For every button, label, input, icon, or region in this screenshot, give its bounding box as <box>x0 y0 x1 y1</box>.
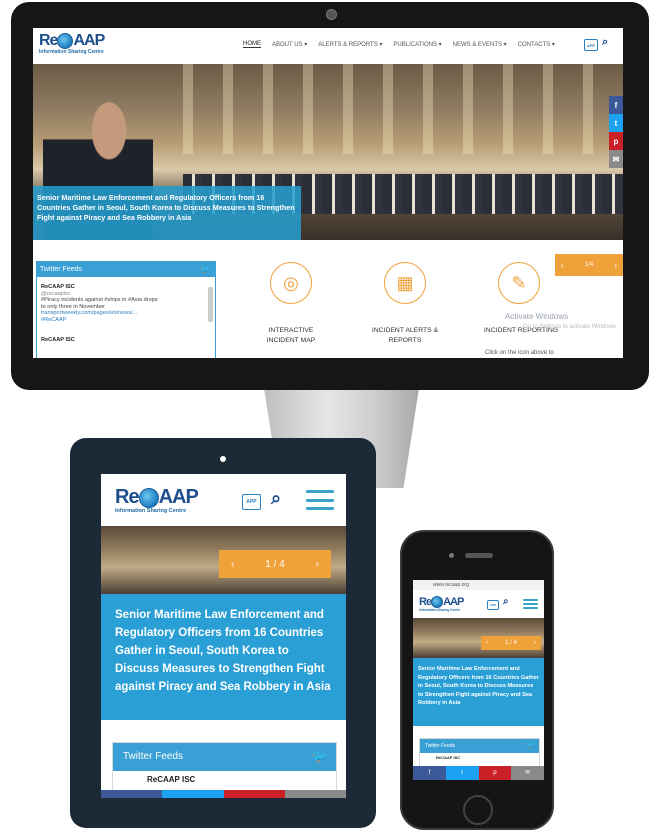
facebook-share-icon[interactable]: f <box>609 96 623 114</box>
phone-logo[interactable]: Re AAP Information Sharing Centre <box>419 596 464 612</box>
twitter-bird-icon: 🐦 <box>199 264 211 274</box>
phone-home-button[interactable] <box>463 795 493 825</box>
hero-caption[interactable]: Senior Maritime Law Enforcement and Regu… <box>33 186 301 240</box>
email-share-icon[interactable]: ✉ <box>609 150 623 168</box>
twitter-feed-panel: Twitter Feeds 🐦 ReCAAP ISC @recaapisc #P… <box>36 261 216 358</box>
slider-controls: ‹ 1/4 › <box>555 254 623 276</box>
phone-slider-controls: ‹ 1 / 4 › <box>481 636 541 650</box>
globe-logo-icon <box>57 33 74 49</box>
nav-home[interactable]: HOME <box>243 41 261 48</box>
tablet-slider-prev[interactable]: ‹ <box>231 559 234 570</box>
phone-tweet-account[interactable]: ReCAAP ISC <box>420 753 539 760</box>
slider-next-button[interactable]: › <box>614 261 617 270</box>
tweet-hashtag[interactable]: #ReCAAP <box>41 317 201 324</box>
twitter-bird-icon: 🐦 <box>311 749 328 764</box>
phone-twitter-header: Twitter Feeds 🐦 <box>420 739 539 753</box>
tablet-logo[interactable]: Re AAP Information Sharing Centre <box>115 486 199 514</box>
site-header: Re AAP Information Sharing Centre HOME AB… <box>33 28 623 64</box>
main-nav: HOME ABOUT US ▾ ALERTS & REPORTS ▾ PUBLI… <box>243 41 555 48</box>
twitter-scrollbar[interactable] <box>208 287 213 322</box>
tablet-tweet-account[interactable]: ReCAAP ISC <box>147 775 195 784</box>
twitter-feed-header: Twitter Feeds 🐦 <box>37 262 215 277</box>
service-incident-alerts[interactable]: ▦ <box>384 262 426 304</box>
phone-email-share[interactable]: ✉ <box>511 766 544 780</box>
tablet-facebook-share[interactable] <box>101 790 163 798</box>
search-icon[interactable]: ⌕ <box>602 36 608 49</box>
phone-app-icon[interactable]: APP <box>487 600 499 610</box>
service-incident-alerts-label[interactable]: INCIDENT ALERTS & REPORTS <box>364 326 446 346</box>
desktop-screen: Re AAP Information Sharing Centre HOME AB… <box>33 28 623 358</box>
reporting-icon: ✎ <box>498 262 540 304</box>
tablet-share-bar <box>101 790 346 798</box>
pinterest-share-icon[interactable]: p <box>609 132 623 150</box>
phone-slider-next[interactable]: › <box>534 640 536 646</box>
nav-publications[interactable]: PUBLICATIONS ▾ <box>393 41 441 48</box>
tablet-app-icon[interactable]: APP <box>242 494 261 510</box>
tweet-account-2[interactable]: ReCAAP ISC <box>41 337 201 344</box>
slider-counter: 1/4 <box>584 262 594 268</box>
phone-twitter-share[interactable]: t <box>445 766 479 780</box>
monitor-camera <box>326 9 337 20</box>
twitter-bird-icon: 🐦 <box>526 742 535 749</box>
phone-menu-icon[interactable] <box>523 599 538 609</box>
phone-url-bar[interactable]: www.recaap.org <box>413 580 544 590</box>
tablet-search-icon[interactable]: ⌕ <box>271 488 281 509</box>
twitter-share-icon[interactable]: t <box>609 114 623 132</box>
tablet-menu-icon[interactable] <box>306 490 334 510</box>
service-incident-reporting[interactable]: ✎ <box>498 262 540 304</box>
tablet-slider-controls: ‹ 1 / 4 › <box>219 550 331 578</box>
nav-about-us[interactable]: ABOUT US ▾ <box>272 41 307 48</box>
tablet-slider-next[interactable]: › <box>316 559 319 570</box>
service-incident-map[interactable]: ◎ <box>270 262 312 304</box>
tablet-pinterest-share[interactable] <box>223 790 285 798</box>
phone-share-bar: f t p ✉ <box>413 766 544 780</box>
hero-ceiling-lights <box>153 64 623 154</box>
phone-slider-counter: 1 / 4 <box>505 640 517 646</box>
phone-screen: www.recaap.org Re AAP Information Sharing… <box>413 580 544 780</box>
windows-watermark-sub: Go to Settings to activate Windows <box>523 324 617 330</box>
tablet-twitter-share[interactable] <box>162 790 224 798</box>
globe-map-icon: ◎ <box>270 262 312 304</box>
globe-logo-icon <box>138 487 159 508</box>
tablet-slider-counter: 1 / 4 <box>265 558 285 570</box>
phone-hero-caption[interactable]: Senior Maritime Law Enforcement and Regu… <box>413 658 544 726</box>
phone-slider-prev[interactable]: ‹ <box>486 640 488 646</box>
tablet-twitter-header: Twitter Feeds 🐦 <box>113 743 336 771</box>
globe-logo-icon <box>431 596 444 609</box>
windows-watermark: Activate Windows <box>505 312 569 321</box>
report-hint: Click on the icon above to <box>485 350 554 356</box>
nav-news-events[interactable]: NEWS & EVENTS ▾ <box>453 41 507 48</box>
tablet-email-share[interactable] <box>284 790 346 798</box>
hero-slide: Senior Maritime Law Enforcement and Regu… <box>33 64 623 276</box>
nav-alerts-reports[interactable]: ALERTS & REPORTS ▾ <box>318 41 382 48</box>
service-incident-map-label[interactable]: INTERACTIVE INCIDENT MAP <box>255 326 327 346</box>
tweet-item: ReCAAP ISC @recaapisc #Piracy incidents … <box>41 284 201 344</box>
phone-speaker <box>465 553 493 558</box>
slider-prev-button[interactable]: ‹ <box>561 261 564 270</box>
app-icon[interactable]: APP <box>584 39 598 51</box>
site-logo[interactable]: Re AAP Information Sharing Centre <box>39 33 105 56</box>
tablet-hero-caption[interactable]: Senior Maritime Law Enforcement and Regu… <box>101 594 346 720</box>
phone-search-icon[interactable]: ⌕ <box>503 596 509 607</box>
phone-camera <box>449 553 454 558</box>
phone-facebook-share[interactable]: f <box>413 766 446 780</box>
tablet-camera <box>220 456 226 462</box>
tablet-screen: Re AAP Information Sharing Centre APP ⌕ ‹… <box>101 474 346 798</box>
phone-pinterest-share[interactable]: p <box>478 766 512 780</box>
nav-contacts[interactable]: CONTACTS ▾ <box>518 41 555 48</box>
alerts-icon: ▦ <box>384 262 426 304</box>
